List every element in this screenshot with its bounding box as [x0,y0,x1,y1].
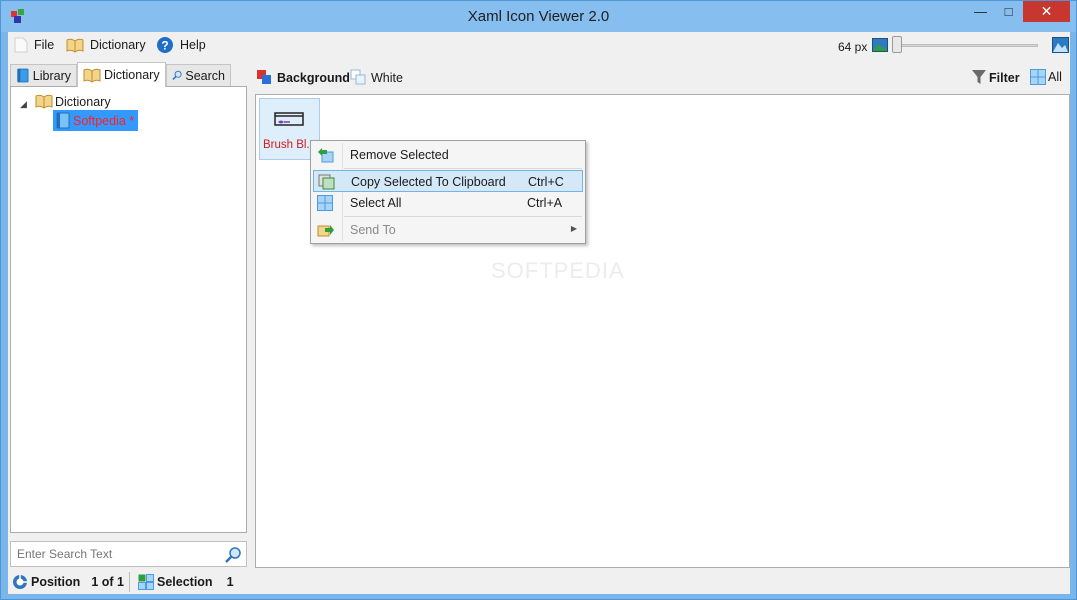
position-icon [13,575,27,589]
submenu-arrow-icon: ▶ [570,224,577,233]
send-to-icon [317,225,334,237]
preview-toolbar: Background White Filter All [255,62,1070,94]
brush-icon [274,112,304,126]
tab-search[interactable]: Search [166,64,231,86]
tree-collapse-arrow-icon[interactable]: ◢ [20,99,27,110]
paint-palette-icon [257,70,271,84]
context-menu-separator [344,168,582,169]
menu-item-select-all[interactable]: Select All Ctrl+A [313,192,583,214]
grid-icon [317,195,333,211]
small-image-icon[interactable] [872,38,888,52]
tree-node-softpedia[interactable]: Softpedia * [53,110,139,131]
menu-item-remove-selected-label: Remove Selected [350,148,449,162]
minimize-button[interactable]: — [967,1,994,22]
large-image-icon[interactable] [1052,37,1069,53]
status-position-label: Position [31,575,81,589]
menu-dictionary-label: Dictionary [90,38,146,52]
menu-item-copy-label: Copy Selected To Clipboard [351,175,506,189]
client-area: File Dictionary ? Help 64 px Library Dic… [8,32,1070,594]
tab-library-label: Library [32,68,71,83]
magnifier-icon [172,70,182,81]
svg-text:?: ? [161,39,168,53]
select-all-button[interactable]: All [1030,69,1062,85]
tree-node-softpedia-label: Softpedia * [73,113,135,128]
context-menu-separator [344,216,582,217]
menu-item-select-all-shortcut: Ctrl+A [527,196,563,210]
status-selection: Selection 1 [138,574,234,590]
filter-icon [972,70,986,84]
status-selection-value: 1 [226,575,234,589]
background-button[interactable]: Background [256,69,350,86]
zoom-slider-track[interactable] [896,44,1038,47]
filter-button[interactable]: Filter [971,69,1020,86]
tab-dictionary-label: Dictionary [104,68,160,82]
book-icon [83,68,101,83]
context-menu: Remove Selected Copy Selected To Clipboa… [310,140,586,244]
copy-icon [318,174,335,190]
status-separator [129,572,130,592]
dictionary-tree[interactable]: ◢ Dictionary Softpedia * [10,86,247,533]
menu-help[interactable]: ? Help [156,36,206,54]
zoom-slider-thumb[interactable] [892,36,902,53]
search-icon[interactable] [224,546,242,564]
menu-file[interactable]: File [14,36,54,54]
title-bar[interactable]: Xaml Icon Viewer 2.0 — □ ✕ [1,1,1076,32]
white-background-button[interactable]: White [350,69,403,86]
status-selection-label: Selection [157,575,213,589]
book-icon [66,38,84,53]
tab-search-label: Search [185,68,225,83]
window-title: Xaml Icon Viewer 2.0 [467,8,610,25]
menu-item-copy-to-clipboard[interactable]: Copy Selected To Clipboard Ctrl+C [313,170,583,192]
menu-file-label: File [34,38,55,52]
tab-library[interactable]: Library [10,64,77,86]
all-label: All [1048,70,1062,84]
selection-grid-icon [138,574,154,590]
library-icon [56,112,70,129]
maximize-button[interactable]: □ [995,1,1022,22]
menu-dictionary[interactable]: Dictionary [66,36,146,54]
grid-icon [1030,69,1046,85]
menu-help-label: Help [180,38,206,52]
status-bar: Position 1 of 1 Selection 1 [8,569,1070,594]
menu-item-send-to[interactable]: Send To ▶ [313,219,583,241]
search-input[interactable] [15,545,215,563]
menu-item-select-all-label: Select All [350,196,402,210]
menu-item-send-to-label: Send To [350,223,396,237]
zoom-size-label: 64 px [838,40,868,54]
close-button[interactable]: ✕ [1023,1,1070,22]
tree-node-dictionary[interactable]: Dictionary [35,94,111,109]
menu-bar: File Dictionary ? Help 64 px [8,32,1070,58]
app-window: Xaml Icon Viewer 2.0 — □ ✕ File Dictiona… [0,0,1077,600]
background-label: Background [277,70,350,85]
remove-icon [318,148,334,163]
filter-label: Filter [989,70,1020,85]
white-swatch-icon [350,69,366,85]
status-position: Position 1 of 1 [12,574,124,590]
search-box[interactable] [10,541,247,567]
file-icon [14,37,28,53]
book-icon [35,94,53,109]
menu-item-remove-selected[interactable]: Remove Selected [313,144,583,166]
zoom-slider[interactable] [892,36,1038,54]
tab-dictionary[interactable]: Dictionary [77,62,166,87]
help-icon: ? [157,37,173,53]
watermark: SOFTPEDIA [491,258,625,283]
status-position-value: 1 of 1 [91,575,124,589]
library-icon [17,68,29,83]
white-label: White [371,70,403,85]
tree-node-dictionary-label: Dictionary [55,94,111,109]
menu-item-copy-shortcut: Ctrl+C [528,175,564,189]
